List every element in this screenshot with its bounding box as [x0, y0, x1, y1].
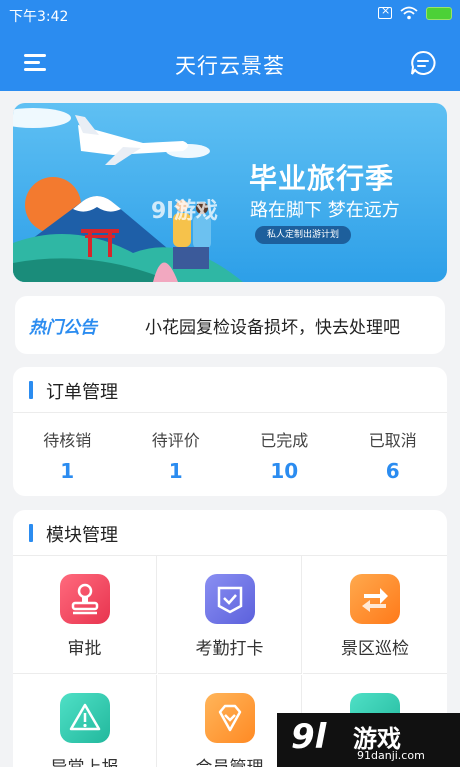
notice-text[interactable]: 小花园复检设备损坏，快去处理吧 [145, 313, 400, 338]
notice-tag: 热门公告 [29, 318, 97, 338]
order-card-title: 订单管理 [46, 382, 118, 403]
wifi-icon [400, 6, 418, 20]
battery-icon [426, 6, 452, 20]
stat-label: 待核销 [43, 431, 92, 450]
watermark-site: 91danji.com [357, 749, 425, 762]
banner-subtitle: 路在脚下 梦在远方 [250, 200, 400, 221]
stat-pending-verify[interactable]: 待核销 1 [13, 413, 122, 495]
banner-cta[interactable]: 私人定制出游计划 [255, 226, 352, 244]
watermark-logo: 9l 游戏 91danji.com [277, 713, 460, 767]
stamp-icon [60, 574, 110, 624]
page-title: 天行云景荟 [175, 54, 285, 78]
stat-value: 10 [270, 459, 299, 483]
order-card-header: 订单管理 [13, 367, 447, 413]
app-header: 下午3:42 天行云景荟 [0, 0, 460, 91]
swap-arrows-icon [350, 574, 400, 624]
status-bar: 下午3:42 [0, 0, 460, 30]
status-icons [378, 4, 452, 20]
stat-label: 已完成 [260, 431, 309, 450]
check-badge-icon [205, 574, 255, 624]
module-approval[interactable]: 审批 [13, 556, 157, 674]
module-patrol[interactable]: 景区巡检 [303, 556, 447, 674]
sim-icon [378, 4, 392, 19]
banner-title: 毕业旅行季 [249, 162, 395, 195]
stat-label: 已取消 [368, 431, 417, 450]
order-management-card: 订单管理 待核销 1 待评价 1 已完成 10 已取消 6 [13, 367, 447, 496]
module-card-title: 模块管理 [46, 525, 118, 546]
module-label: 考勤打卡 [195, 639, 264, 659]
module-card-header: 模块管理 [13, 510, 447, 556]
section-marker [29, 524, 33, 542]
notice-bar[interactable]: 热门公告 小花园复检设备损坏，快去处理吧 [15, 296, 445, 354]
stat-label: 待评价 [151, 431, 200, 450]
message-icon[interactable] [410, 50, 436, 76]
diamond-icon [205, 693, 255, 743]
stat-cancelled[interactable]: 已取消 6 [339, 413, 448, 495]
stat-value: 6 [385, 459, 400, 483]
banner-watermark: 9l游戏 [151, 199, 218, 224]
promo-banner[interactable]: 9l游戏 毕业旅行季 路在脚下 梦在远方 私人定制出游计划 [13, 103, 447, 282]
warning-icon [60, 693, 110, 743]
module-report[interactable]: 异常上报 [13, 675, 157, 767]
status-time: 下午3:42 [9, 9, 69, 25]
order-stats: 待核销 1 待评价 1 已完成 10 已取消 6 [13, 413, 447, 495]
stat-value: 1 [168, 459, 183, 483]
stat-pending-review[interactable]: 待评价 1 [122, 413, 231, 495]
section-marker [29, 381, 33, 399]
watermark-mark: 9l [291, 717, 327, 757]
navbar: 天行云景荟 [0, 40, 460, 86]
module-attendance[interactable]: 考勤打卡 [158, 556, 302, 674]
module-label: 异常上报 [13, 753, 156, 767]
module-label: 审批 [67, 639, 102, 659]
module-label: 景区巡检 [341, 639, 409, 659]
stat-completed[interactable]: 已完成 10 [230, 413, 339, 495]
stat-value: 1 [60, 459, 75, 483]
